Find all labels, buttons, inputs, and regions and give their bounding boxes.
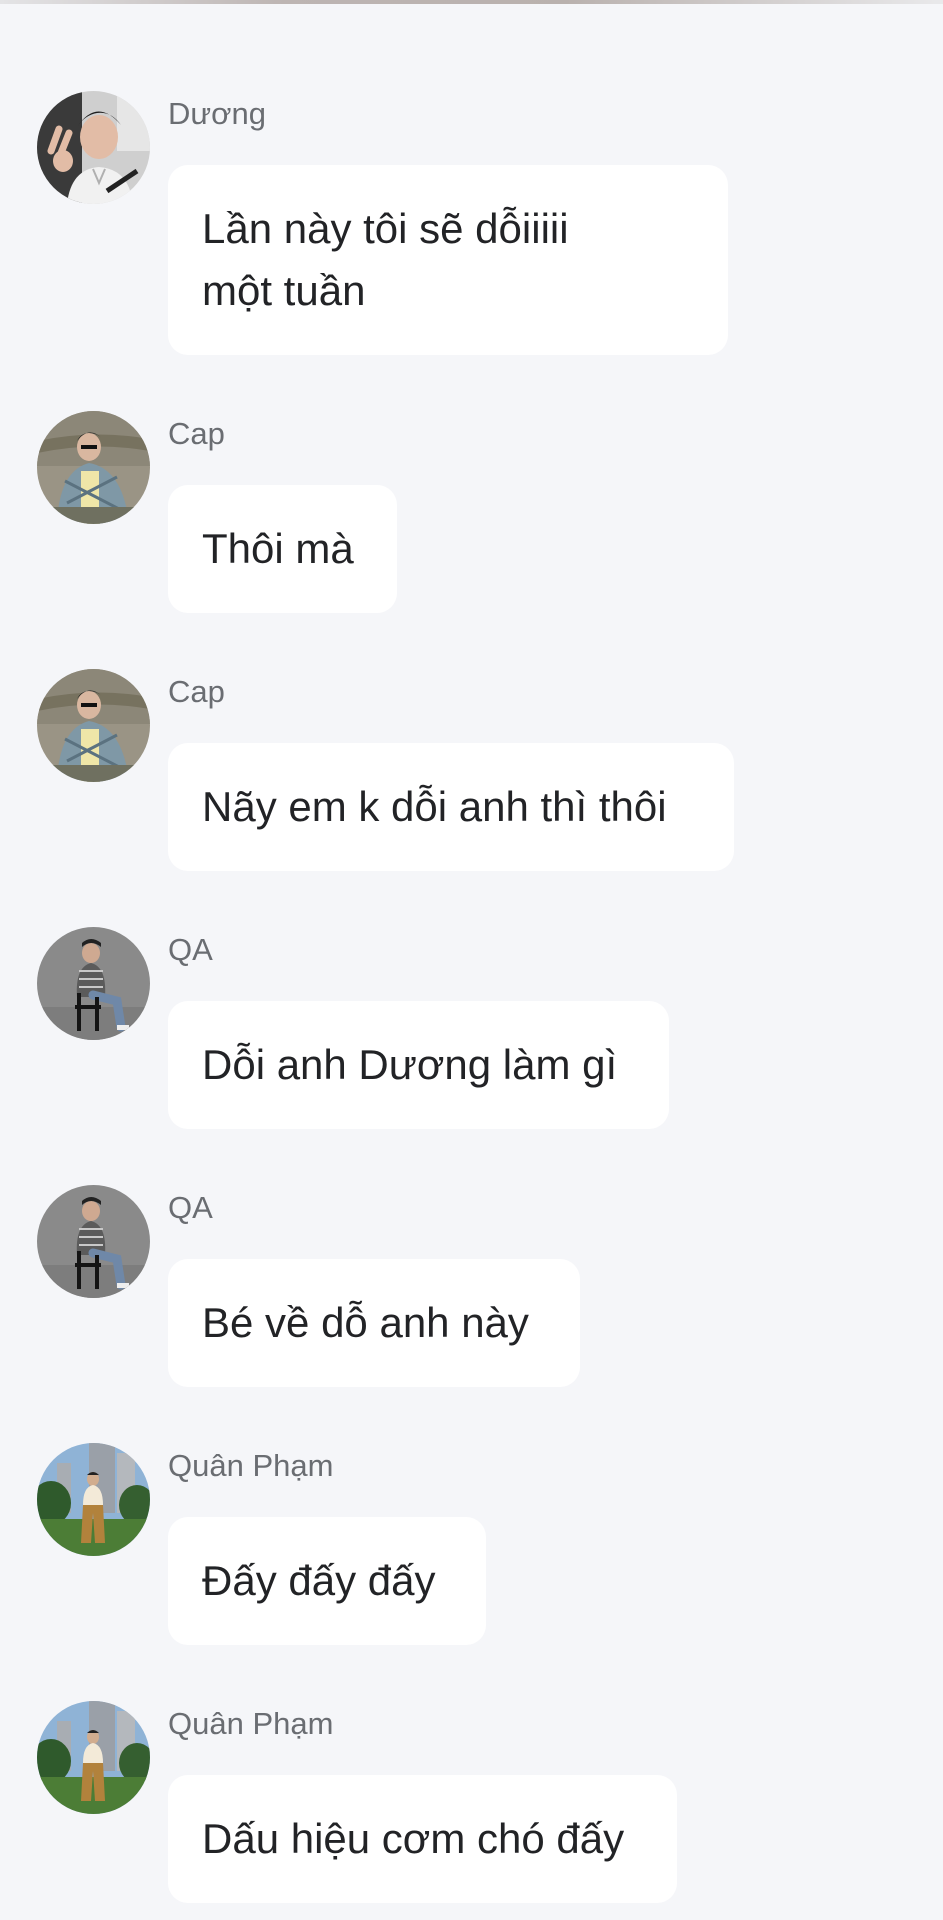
avatar-cap-image: [37, 669, 150, 782]
avatar[interactable]: [37, 669, 150, 782]
message-text: Bé về dỗ anh này: [202, 1299, 529, 1346]
message-bubble[interactable]: Đấy đấy đấy: [168, 1517, 486, 1645]
avatar[interactable]: [37, 91, 150, 204]
message-text: Thôi mà: [202, 525, 354, 572]
avatar-qa-image: [37, 927, 150, 1040]
message-text: Đấy đấy đấy: [202, 1557, 436, 1604]
sender-name: Cap: [168, 674, 225, 709]
message-text: Lần này tôi sẽ dỗiiiii một tuần: [202, 205, 569, 314]
message-text: Dấu hiệu cơm chó đấy: [202, 1815, 625, 1862]
avatar[interactable]: [37, 411, 150, 524]
sender-name: Quân Phạm: [168, 1448, 334, 1483]
avatar-cap-image: [37, 411, 150, 524]
avatar-quan-pham-image: [37, 1701, 150, 1814]
avatar-duong-image: [37, 91, 150, 204]
message-text: Dỗi anh Dương làm gì: [202, 1041, 618, 1088]
sender-name: QA: [168, 932, 213, 967]
sender-name: Cap: [168, 416, 225, 451]
avatar-quan-pham-image: [37, 1443, 150, 1556]
avatar[interactable]: [37, 1185, 150, 1298]
message-bubble[interactable]: Thôi mà: [168, 485, 397, 613]
message-bubble[interactable]: Dỗi anh Dương làm gì: [168, 1001, 669, 1129]
sender-name: Quân Phạm: [168, 1706, 334, 1741]
sender-name: Dương: [168, 96, 266, 131]
avatar[interactable]: [37, 1701, 150, 1814]
message-bubble[interactable]: Dấu hiệu cơm chó đấy: [168, 1775, 677, 1903]
message-text: Nãy em k dỗi anh thì thôi: [202, 783, 667, 830]
chat-message-list[interactable]: Dương Lần này tôi sẽ dỗiiiii một tuần Ca…: [0, 0, 943, 1920]
message-bubble[interactable]: Lần này tôi sẽ dỗiiiii một tuần: [168, 165, 728, 355]
avatar[interactable]: [37, 1443, 150, 1556]
message-bubble[interactable]: Bé về dỗ anh này: [168, 1259, 580, 1387]
avatar-qa-image: [37, 1185, 150, 1298]
avatar[interactable]: [37, 927, 150, 1040]
sender-name: QA: [168, 1190, 213, 1225]
message-bubble[interactable]: Nãy em k dỗi anh thì thôi: [168, 743, 734, 871]
